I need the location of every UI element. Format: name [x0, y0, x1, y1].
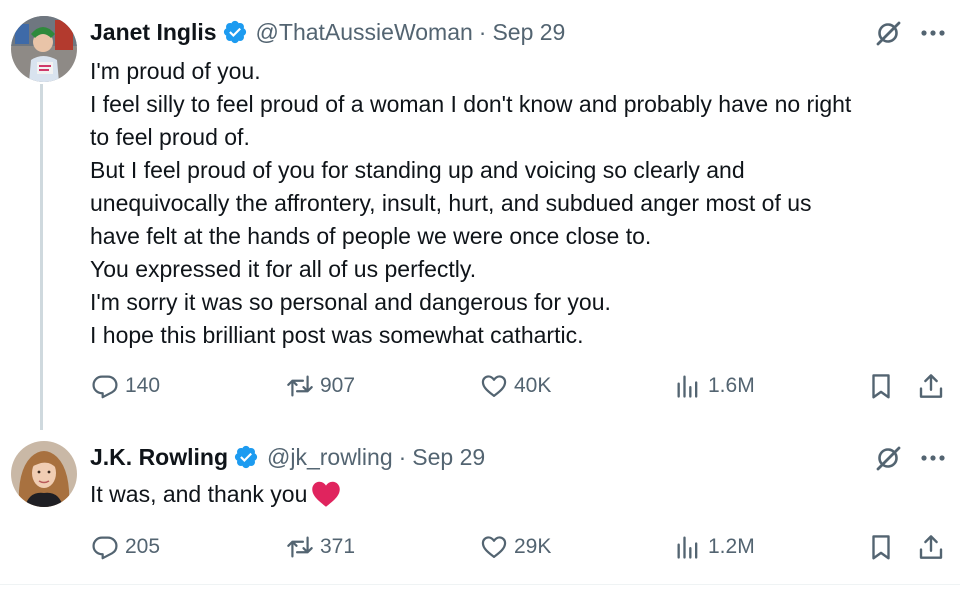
- tweet-text-line: I'm proud of you.: [90, 58, 261, 84]
- tweet-text-line: I'm sorry it was so personal and dangero…: [90, 289, 611, 315]
- like-count: 29K: [514, 535, 552, 558]
- red-heart-emoji: [311, 480, 341, 508]
- tweet-text-line: I hope this brilliant post was somewhat …: [90, 322, 584, 348]
- repost-button[interactable]: 371: [286, 529, 355, 565]
- author-handle[interactable]: @jk_rowling: [267, 444, 393, 471]
- tweet-text: I'm proud of you. I feel silly to feel p…: [90, 55, 950, 352]
- like-icon: [481, 375, 507, 398]
- avatar-janet-inglis[interactable]: [11, 16, 77, 82]
- views-count: 1.2M: [708, 535, 755, 558]
- tweet-divider: [0, 584, 960, 585]
- bookmark-icon[interactable]: [866, 532, 896, 562]
- reply-icon: [92, 536, 118, 560]
- author-name[interactable]: Janet Inglis: [90, 19, 217, 46]
- avatar-image: [11, 441, 77, 507]
- tweet-text-line: But I feel proud of you for standing up …: [90, 157, 745, 183]
- tweet-text-line: You expressed it for all of us perfectly…: [90, 256, 477, 282]
- action-bar: 140 907 40K 1.6M: [0, 368, 960, 404]
- tweet-text-line: to feel proud of.: [90, 124, 250, 150]
- tweet-text-line: have felt at the hands of people we were…: [90, 223, 652, 249]
- separator-dot: ·: [398, 443, 407, 470]
- tweet-text-line: It was, and thank you: [90, 478, 950, 511]
- grok-icon[interactable]: [873, 18, 903, 48]
- bookmark-icon[interactable]: [866, 371, 896, 401]
- views-icon: [677, 536, 698, 559]
- share-icon[interactable]: [916, 532, 946, 562]
- grok-icon[interactable]: [873, 443, 903, 473]
- repost-icon: [287, 536, 313, 558]
- avatar-image: [11, 16, 77, 82]
- repost-icon: [287, 375, 313, 397]
- more-icon[interactable]: [918, 443, 948, 473]
- views-icon: [677, 375, 698, 398]
- tweet-text: It was, and thank you: [90, 478, 950, 511]
- reply-count: 205: [125, 535, 161, 558]
- repost-button[interactable]: 907: [286, 368, 355, 404]
- tweet-text-line: I feel silly to feel proud of a woman I …: [90, 91, 852, 117]
- like-icon: [481, 536, 507, 559]
- tweet-header: Janet Inglis @ThatAussieWoman · Sep 29: [90, 17, 565, 47]
- tweet-date[interactable]: Sep 29: [412, 444, 485, 471]
- tweet-date[interactable]: Sep 29: [492, 19, 565, 46]
- verified-badge-icon: [222, 19, 248, 45]
- author-name[interactable]: J.K. Rowling: [90, 444, 228, 471]
- separator-dot: ·: [478, 18, 487, 45]
- avatar-jk-rowling[interactable]: [11, 441, 77, 507]
- author-handle[interactable]: @ThatAussieWoman: [256, 19, 473, 46]
- repost-count: 907: [320, 374, 356, 397]
- views-count: 1.6M: [708, 374, 755, 397]
- share-icon[interactable]: [916, 371, 946, 401]
- reply-count: 140: [125, 374, 161, 397]
- like-button[interactable]: 40K: [480, 368, 551, 404]
- tweet-header: J.K. Rowling @jk_rowling · Sep 29: [90, 442, 485, 472]
- reply-button[interactable]: 140: [91, 368, 160, 404]
- views-button[interactable]: 1.2M: [674, 529, 755, 565]
- like-button[interactable]: 29K: [480, 529, 551, 565]
- repost-count: 371: [320, 535, 356, 558]
- verified-badge-icon: [233, 444, 259, 470]
- action-bar: 205 371 29K 1.2M: [0, 529, 960, 565]
- reply-text: It was, and thank you: [90, 481, 308, 507]
- tweet-text-line: unequivocally the affrontery, insult, hu…: [90, 190, 812, 216]
- like-count: 40K: [514, 374, 552, 397]
- more-icon[interactable]: [918, 18, 948, 48]
- reply-button[interactable]: 205: [91, 529, 160, 565]
- views-button[interactable]: 1.6M: [674, 368, 755, 404]
- reply-icon: [92, 375, 118, 399]
